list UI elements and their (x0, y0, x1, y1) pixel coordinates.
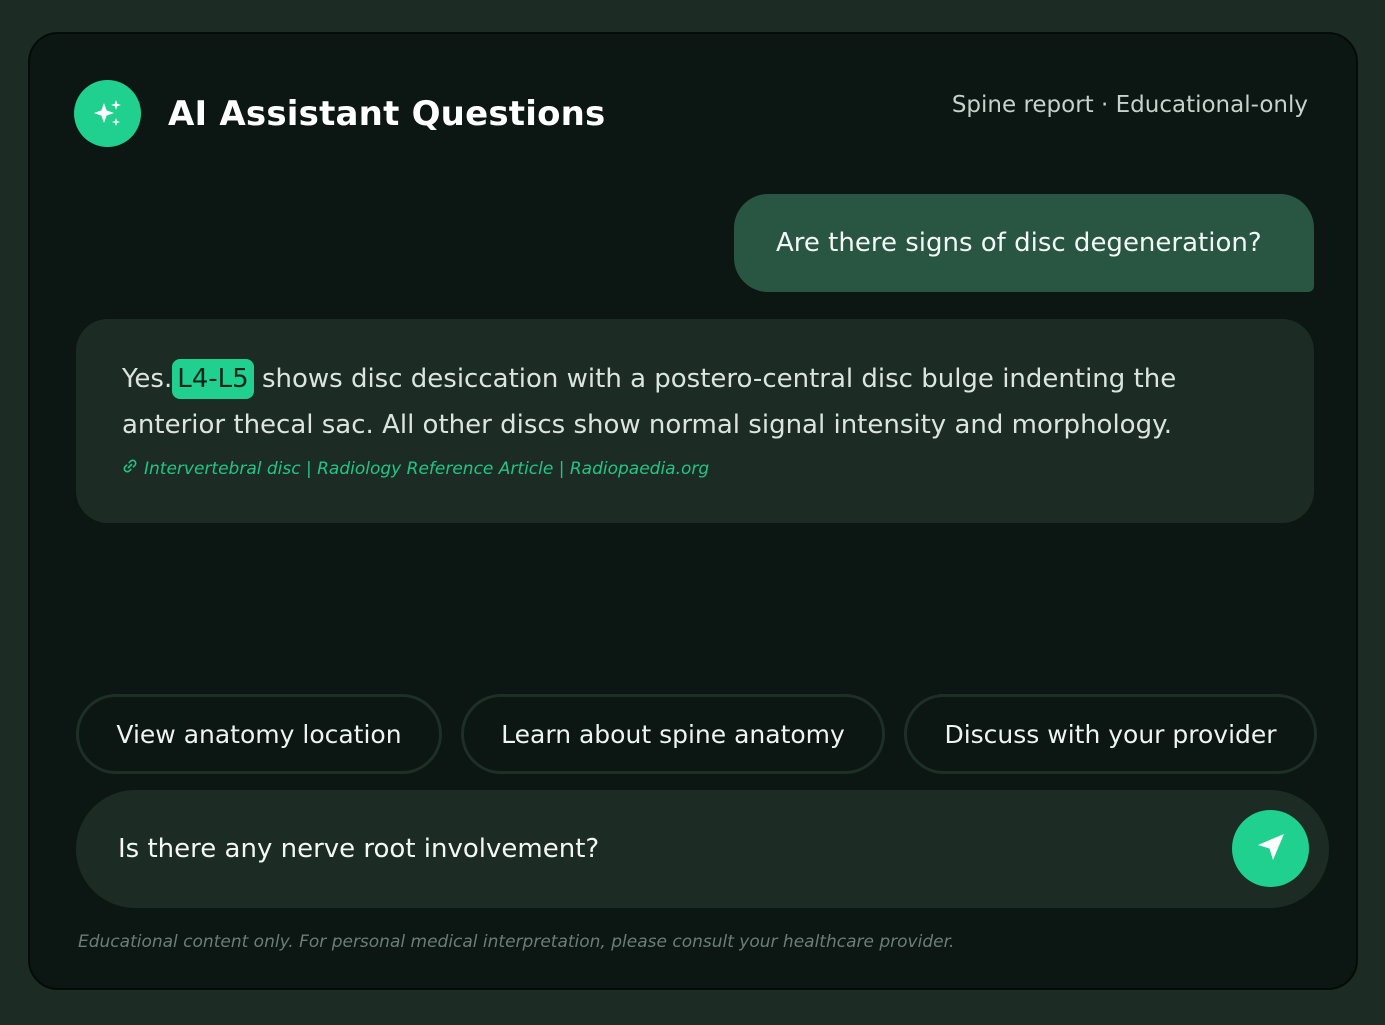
disclaimer-text: Educational content only. For personal m… (78, 932, 955, 952)
user-message: Are there signs of disc degeneration? (734, 194, 1314, 292)
send-icon (1254, 830, 1288, 868)
assistant-text-lead: Yes. (122, 364, 173, 394)
learn-spine-anatomy-button[interactable]: Learn about spine anatomy (461, 694, 885, 774)
message-input-text[interactable]: Is there any nerve root involvement? (118, 790, 599, 908)
assistant-text-body: shows disc desiccation with a postero-ce… (122, 364, 1177, 440)
link-icon (122, 458, 138, 479)
discuss-with-provider-button[interactable]: Discuss with your provider (904, 694, 1317, 774)
assistant-message: Yes. L4-L5 shows disc desiccation with a … (76, 319, 1314, 523)
report-context-label: Spine report · Educational-only (951, 92, 1308, 118)
source-link-text: Intervertebral disc | Radiology Referenc… (144, 458, 710, 479)
view-anatomy-location-button[interactable]: View anatomy location (76, 694, 442, 774)
page-title: AI Assistant Questions (168, 94, 606, 134)
source-link[interactable]: Intervertebral disc | Radiology Referenc… (122, 458, 1268, 479)
sparkles-icon (74, 80, 141, 147)
message-input[interactable]: Is there any nerve root involvement? (76, 790, 1329, 908)
header: AI Assistant Questions Spine report · Ed… (74, 80, 1308, 148)
assistant-panel: AI Assistant Questions Spine report · Ed… (28, 32, 1358, 990)
level-highlight-tag[interactable]: L4-L5 (172, 359, 254, 399)
assistant-message-text: Yes. L4-L5 shows disc desiccation with a … (122, 356, 1268, 448)
user-message-text: Are there signs of disc degeneration? (776, 228, 1262, 258)
send-button[interactable] (1232, 810, 1309, 887)
